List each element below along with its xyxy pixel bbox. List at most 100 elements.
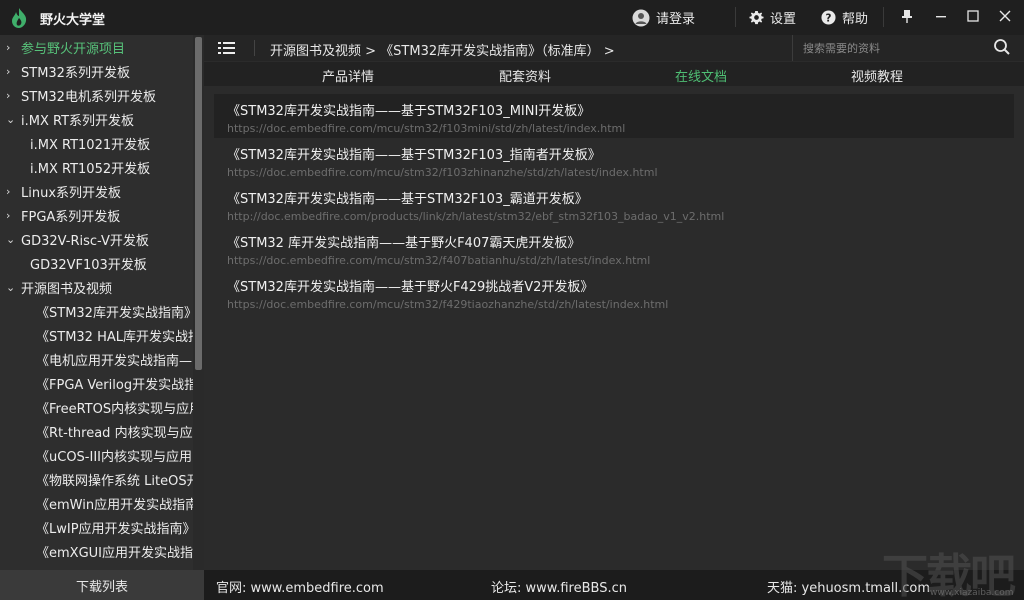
sidebar-item[interactable]: 《LwIP应用开发实战指南》 [0, 515, 193, 539]
sidebar-item[interactable]: ⌄ GD32V-Risc-V开发板 [0, 227, 193, 251]
app-title: 野火大学堂 [40, 13, 106, 28]
close-icon [999, 10, 1011, 26]
sidebar-item[interactable]: 《FreeRTOS内核实现与应用 [0, 395, 193, 419]
doc-url[interactable]: http://doc.embedfire.com/products/link/z… [227, 210, 1014, 223]
settings-label: 设置 [770, 12, 797, 27]
sidebar-item[interactable]: 《电机应用开发实战指南— [0, 347, 193, 371]
sidebar-item[interactable]: 《STM32库开发实战指南》 [0, 299, 193, 323]
pin-button[interactable] [891, 0, 923, 35]
breadcrumb[interactable]: 开源图书及视频 > 《STM32库开发实战指南》（标准库） > [270, 40, 615, 59]
help-button[interactable]: ? 帮助 [821, 0, 868, 35]
login-button[interactable]: 请登录 [632, 0, 695, 35]
divider [735, 7, 736, 27]
chevron-right-icon[interactable]: › [6, 185, 21, 198]
sidebar-item-label: i.MX RT系列开发板 [21, 113, 135, 129]
sidebar-item-label: STM32系列开发板 [21, 65, 130, 81]
sidebar-item[interactable]: 《emWin应用开发实战指南 [0, 491, 193, 515]
tab-online-docs[interactable]: 在线文档 [675, 66, 727, 85]
sidebar-item[interactable]: 《STM32 HAL库开发实战指 [0, 323, 193, 347]
doc-title[interactable]: 《STM32库开发实战指南——基于STM32F103_霸道开发板》 [227, 188, 1014, 207]
sidebar-item-label: i.MX RT1021开发板 [30, 137, 151, 153]
list-item[interactable]: 《STM32 库开发实战指南——基于野火F407霸天虎开发板》 https://… [214, 226, 1014, 270]
sidebar-scrollbar-thumb[interactable] [195, 37, 202, 370]
list-item[interactable]: 《STM32库开发实战指南——基于STM32F103_指南者开发板》 https… [214, 138, 1014, 182]
minimize-button[interactable] [925, 0, 957, 35]
doc-list: 《STM32库开发实战指南——基于STM32F103_MINI开发板》 http… [214, 94, 1014, 314]
sidebar-item[interactable]: ⌄ i.MX RT系列开发板 [0, 107, 193, 131]
user-avatar-icon [632, 9, 650, 27]
doc-title[interactable]: 《STM32库开发实战指南——基于野火F429挑战者V2开发板》 [227, 276, 1014, 295]
sidebar-item[interactable]: › Linux系列开发板 [0, 179, 193, 203]
list-item[interactable]: 《STM32库开发实战指南——基于野火F429挑战者V2开发板》 https:/… [214, 270, 1014, 314]
sidebar-item[interactable]: i.MX RT1052开发板 [0, 155, 193, 179]
sidebar-item-label: 《uCOS-III内核实现与应用 [36, 449, 192, 465]
sidebar-item-label: 《FPGA Verilog开发实战指 [36, 377, 193, 393]
title-bar: 野火大学堂 请登录 设置 ? 帮助 [0, 0, 1024, 35]
sidebar-item[interactable]: 《uCOS-III内核实现与应用 [0, 443, 193, 467]
breadcrumb-bar: 开源图书及视频 > 《STM32库开发实战指南》（标准库） > [204, 35, 1024, 61]
download-list-button[interactable]: 下载列表 [0, 570, 204, 600]
tab-video-tutorials[interactable]: 视频教程 [851, 66, 903, 85]
forum-link[interactable]: 论坛: www.fireBBS.cn [491, 577, 627, 596]
list-item[interactable]: 《STM32库开发实战指南——基于STM32F103_MINI开发板》 http… [214, 94, 1014, 138]
doc-title[interactable]: 《STM32 库开发实战指南——基于野火F407霸天虎开发板》 [227, 232, 1014, 251]
search-input[interactable] [803, 39, 983, 57]
svg-text:?: ? [826, 12, 832, 24]
chevron-right-icon[interactable]: › [6, 65, 21, 78]
sidebar-item[interactable]: 《Rt-thread 内核实现与应用 [0, 419, 193, 443]
sidebar-item[interactable]: ⌄ 开源图书及视频 [0, 275, 193, 299]
sidebar-item[interactable]: › STM32电机系列开发板 [0, 83, 193, 107]
sidebar-item-label: 《STM32库开发实战指南》 [36, 305, 193, 321]
footer: 下载列表 官网: www.embedfire.com 论坛: www.fireB… [0, 570, 1024, 600]
settings-button[interactable]: 设置 [749, 0, 796, 35]
divider [254, 40, 255, 56]
category-tree: › 参与野火开源项目 › STM32系列开发板 › STM32电机系列开发板 ⌄ i.MX R… [0, 35, 193, 563]
sidebar: › 参与野火开源项目 › STM32系列开发板 › STM32电机系列开发板 ⌄ i.MX R… [0, 35, 204, 570]
sidebar-item-label: Linux系列开发板 [21, 185, 122, 201]
sidebar-item-label: STM32电机系列开发板 [21, 89, 156, 105]
sidebar-item[interactable]: i.MX RT1021开发板 [0, 131, 193, 155]
sidebar-item[interactable]: 《FPGA Verilog开发实战指 [0, 371, 193, 395]
minimize-icon [935, 10, 947, 26]
tab-bar: 产品详情 配套资料 在线文档 视频教程 [204, 62, 1024, 86]
sidebar-item-label: GD32VF103开发板 [30, 257, 147, 273]
gear-icon [749, 10, 764, 25]
tab-materials[interactable]: 配套资料 [499, 66, 551, 85]
sidebar-item[interactable]: › STM32系列开发板 [0, 59, 193, 83]
sidebar-item-label: 《emXGUI应用开发实战指南 [36, 545, 193, 561]
sidebar-item-label: GD32V-Risc-V开发板 [21, 233, 149, 249]
list-item[interactable]: 《STM32库开发实战指南——基于STM32F103_霸道开发板》 http:/… [214, 182, 1014, 226]
maximize-icon [967, 9, 979, 26]
close-button[interactable] [989, 0, 1021, 35]
chevron-down-icon[interactable]: ⌄ [6, 281, 21, 294]
doc-url[interactable]: https://doc.embedfire.com/mcu/stm32/f407… [227, 254, 1014, 267]
menu-icon[interactable] [218, 41, 235, 59]
tab-product-details[interactable]: 产品详情 [322, 66, 374, 85]
chevron-right-icon[interactable]: › [6, 89, 21, 102]
website-link[interactable]: 官网: www.embedfire.com [216, 577, 384, 596]
sidebar-item-label: 《Rt-thread 内核实现与应用 [36, 425, 193, 441]
sidebar-item-label: 《emWin应用开发实战指南 [36, 497, 193, 513]
maximize-button[interactable] [957, 0, 989, 35]
sidebar-item[interactable]: › 参与野火开源项目 [0, 35, 193, 59]
sidebar-item[interactable]: 《emXGUI应用开发实战指南 [0, 539, 193, 563]
sidebar-item-label: 《STM32 HAL库开发实战指 [36, 329, 193, 345]
help-icon: ? [821, 10, 836, 25]
chevron-down-icon[interactable]: ⌄ [6, 113, 21, 126]
doc-url[interactable]: https://doc.embedfire.com/mcu/stm32/f429… [227, 298, 1014, 311]
doc-title[interactable]: 《STM32库开发实战指南——基于STM32F103_MINI开发板》 [227, 100, 1014, 119]
sidebar-item[interactable]: › FPGA系列开发板 [0, 203, 193, 227]
doc-url[interactable]: https://doc.embedfire.com/mcu/stm32/f103… [227, 122, 1014, 135]
chevron-right-icon[interactable]: › [6, 41, 21, 54]
divider [883, 7, 884, 27]
chevron-right-icon[interactable]: › [6, 209, 21, 222]
sidebar-item-label: FPGA系列开发板 [21, 209, 121, 225]
sidebar-item[interactable]: 《物联网操作系统 LiteOS开 [0, 467, 193, 491]
sidebar-item[interactable]: GD32VF103开发板 [0, 251, 193, 275]
search-icon[interactable] [993, 38, 1011, 60]
chevron-down-icon[interactable]: ⌄ [6, 233, 21, 246]
doc-title[interactable]: 《STM32库开发实战指南——基于STM32F103_指南者开发板》 [227, 144, 1014, 163]
flame-logo-icon [8, 7, 30, 29]
help-label: 帮助 [842, 12, 869, 27]
doc-url[interactable]: https://doc.embedfire.com/mcu/stm32/f103… [227, 166, 1014, 179]
